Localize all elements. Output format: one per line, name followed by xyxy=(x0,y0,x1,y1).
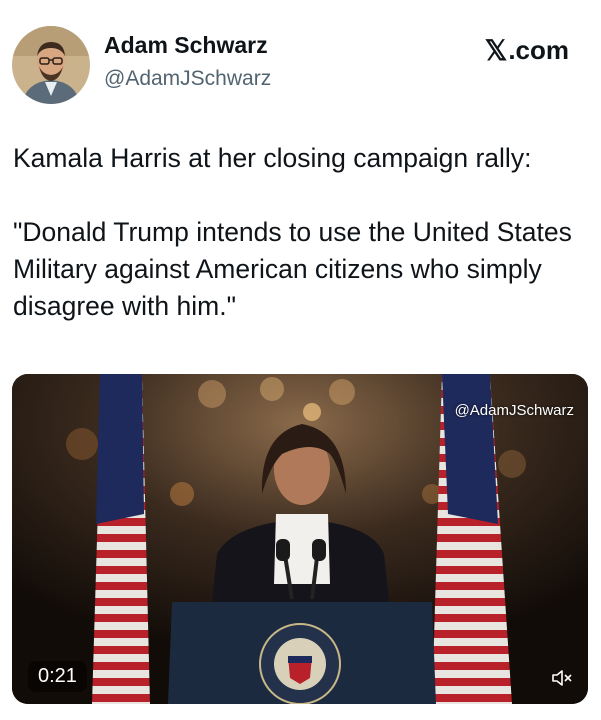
tweet-quote: "Donald Trump intends to use the United … xyxy=(13,217,572,321)
tweet-text: Kamala Harris at her closing campaign ra… xyxy=(13,140,593,325)
video-watermark: @AdamJSchwarz xyxy=(454,402,574,419)
mute-button[interactable] xyxy=(548,664,576,692)
x-logo-icon: 𝕏 xyxy=(484,35,508,66)
avatar[interactable] xyxy=(12,26,90,104)
tweet-intro: Kamala Harris at her closing campaign ra… xyxy=(13,143,532,173)
tweet-header: Adam Schwarz @AdamJSchwarz 𝕏 .com xyxy=(0,0,601,110)
video-frame xyxy=(12,374,588,704)
video-duration: 0:21 xyxy=(28,661,87,692)
source-link[interactable]: 𝕏 .com xyxy=(485,34,569,67)
author-handle[interactable]: @AdamJSchwarz xyxy=(104,67,271,91)
author-name[interactable]: Adam Schwarz xyxy=(104,32,268,59)
speaker-muted-icon xyxy=(552,670,572,686)
source-domain: .com xyxy=(508,35,569,65)
video-player[interactable]: @AdamJSchwarz 0:21 xyxy=(12,374,588,704)
